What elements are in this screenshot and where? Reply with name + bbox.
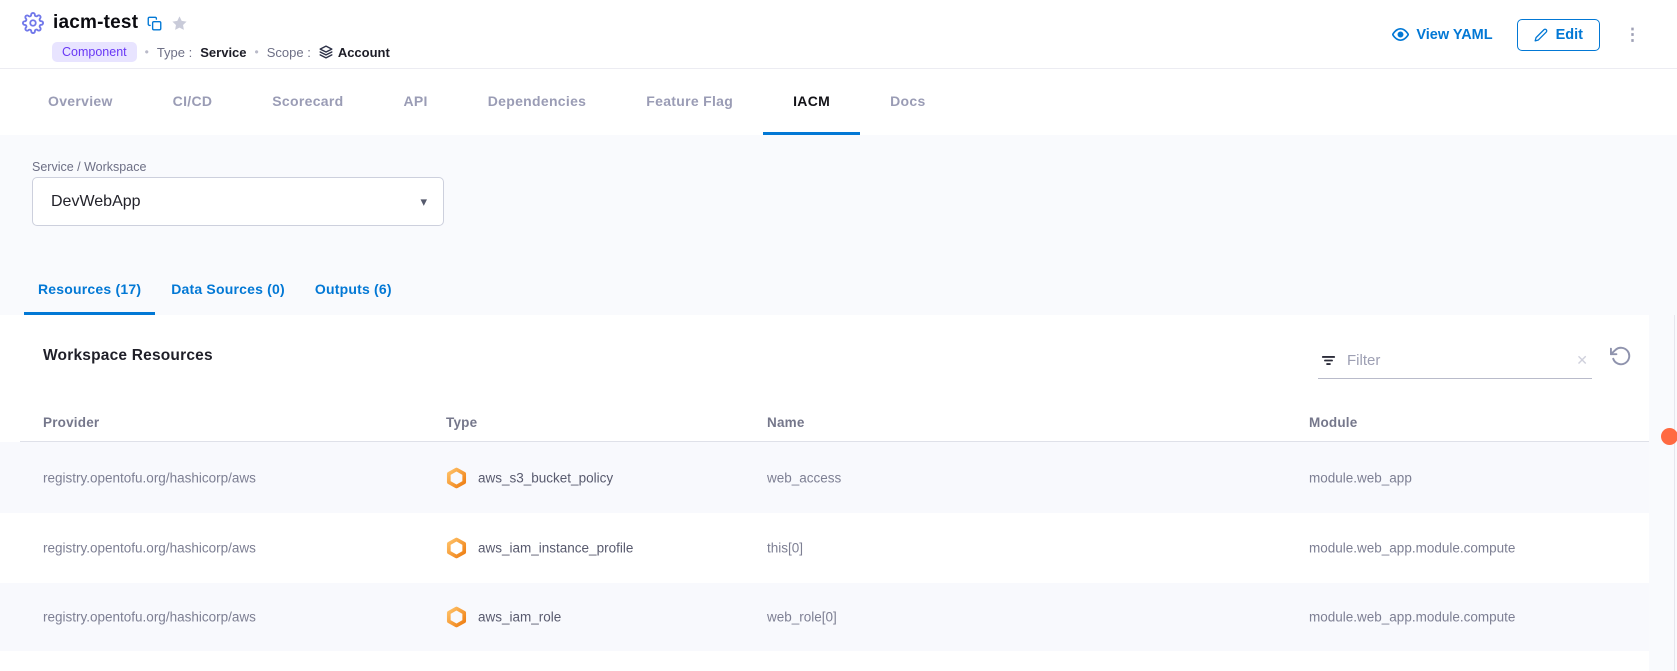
header-actions: View YAML Edit ⋮⋮	[1392, 0, 1641, 69]
iacm-subtabs: Resources (17) Data Sources (0) Outputs …	[24, 273, 406, 315]
cell-name: web_role[0]	[767, 610, 837, 625]
title-row: iacm-test	[22, 12, 188, 34]
tab-iacm[interactable]: IACM	[763, 69, 860, 135]
cell-provider: registry.opentofu.org/hashicorp/aws	[43, 610, 256, 625]
pencil-icon	[1534, 28, 1548, 42]
subtab-resources[interactable]: Resources (17)	[24, 273, 155, 315]
cell-type: aws_iam_instance_profile	[446, 538, 633, 559]
column-header-type: Type	[446, 415, 477, 430]
cell-module: module.web_app.module.compute	[1309, 610, 1515, 625]
component-gear-icon	[22, 12, 44, 34]
separator-dot: •	[145, 45, 149, 59]
cell-module: module.web_app.module.compute	[1309, 541, 1515, 556]
filter-icon	[1320, 352, 1337, 369]
subtab-data-sources[interactable]: Data Sources (0)	[157, 273, 299, 315]
workspace-select-label: Service / Workspace	[32, 160, 146, 174]
type-label: Type :	[157, 45, 192, 60]
cell-type-label: aws_iam_role	[478, 610, 561, 625]
edit-button-label: Edit	[1556, 27, 1583, 43]
tab-api[interactable]: API	[373, 69, 457, 135]
entity-tabbar: Overview CI/CD Scorecard API Dependencie…	[0, 69, 1677, 135]
scope-label: Scope :	[267, 45, 311, 60]
cell-name: this[0]	[767, 541, 803, 556]
iacm-tab-content: Service / Workspace DevWebApp ▾ Resource…	[0, 135, 1677, 671]
opentofu-resource-icon	[446, 467, 467, 488]
type-value: Service	[200, 45, 246, 60]
subtab-outputs[interactable]: Outputs (6)	[301, 273, 406, 315]
column-header-provider: Provider	[43, 415, 99, 430]
kebab-menu-icon[interactable]: ⋮⋮	[1624, 26, 1641, 43]
filter-box: ✕	[1318, 343, 1592, 379]
clear-filter-icon[interactable]: ✕	[1576, 352, 1588, 369]
filter-input[interactable]	[1347, 352, 1566, 369]
workspace-select-value: DevWebApp	[51, 193, 141, 211]
cell-name: web_access	[767, 470, 841, 485]
tab-scorecard[interactable]: Scorecard	[242, 69, 373, 135]
table-row[interactable]: registry.opentofu.org/hashicorp/aws aws_…	[0, 513, 1649, 583]
account-layers-icon	[319, 45, 333, 59]
edit-button[interactable]: Edit	[1517, 19, 1600, 51]
tab-overview[interactable]: Overview	[18, 69, 143, 135]
eye-icon	[1392, 26, 1409, 43]
refresh-icon[interactable]	[1610, 345, 1632, 367]
workspace-resources-panel: Workspace Resources ✕ Provider Type Name…	[0, 315, 1649, 671]
separator-dot: •	[255, 45, 259, 59]
cell-provider: registry.opentofu.org/hashicorp/aws	[43, 470, 256, 485]
table-header-row: Provider Type Name Module	[0, 415, 1649, 441]
column-header-name: Name	[767, 415, 805, 430]
tab-cicd[interactable]: CI/CD	[143, 69, 243, 135]
opentofu-resource-icon	[446, 538, 467, 559]
page-title: iacm-test	[53, 12, 138, 34]
right-gutter	[1649, 315, 1677, 671]
favorite-star-icon[interactable]	[171, 15, 188, 32]
cell-type-label: aws_s3_bucket_policy	[478, 470, 613, 485]
table-row[interactable]: registry.opentofu.org/hashicorp/aws aws_…	[0, 583, 1649, 651]
copy-icon[interactable]	[147, 16, 162, 31]
column-header-module: Module	[1309, 415, 1357, 430]
cell-provider: registry.opentofu.org/hashicorp/aws	[43, 541, 256, 556]
table-body: registry.opentofu.org/hashicorp/aws aws_…	[0, 442, 1649, 651]
cell-module: module.web_app	[1309, 470, 1412, 485]
table-row[interactable]: registry.opentofu.org/hashicorp/aws aws_…	[0, 442, 1649, 513]
cell-type-label: aws_iam_instance_profile	[478, 541, 633, 556]
page-header: iacm-test Component • Type : Service • S…	[0, 0, 1677, 69]
cell-type: aws_s3_bucket_policy	[446, 467, 613, 488]
workspace-select[interactable]: DevWebApp ▾	[32, 177, 444, 226]
scroll-track-line	[1674, 315, 1675, 671]
chevron-down-icon: ▾	[420, 194, 427, 210]
opentofu-resource-icon	[446, 607, 467, 628]
scope-value-wrap: Account	[319, 45, 390, 60]
tab-dependencies[interactable]: Dependencies	[458, 69, 617, 135]
entity-meta-row: Component • Type : Service • Scope : Acc…	[52, 42, 390, 62]
view-yaml-label: View YAML	[1416, 27, 1492, 43]
panel-title: Workspace Resources	[43, 347, 213, 365]
view-yaml-button[interactable]: View YAML	[1392, 26, 1492, 43]
scope-value: Account	[338, 45, 390, 60]
notification-dot	[1661, 428, 1677, 445]
component-badge: Component	[52, 42, 137, 62]
tab-feature-flag[interactable]: Feature Flag	[616, 69, 763, 135]
tab-docs[interactable]: Docs	[860, 69, 955, 135]
cell-type: aws_iam_role	[446, 607, 561, 628]
